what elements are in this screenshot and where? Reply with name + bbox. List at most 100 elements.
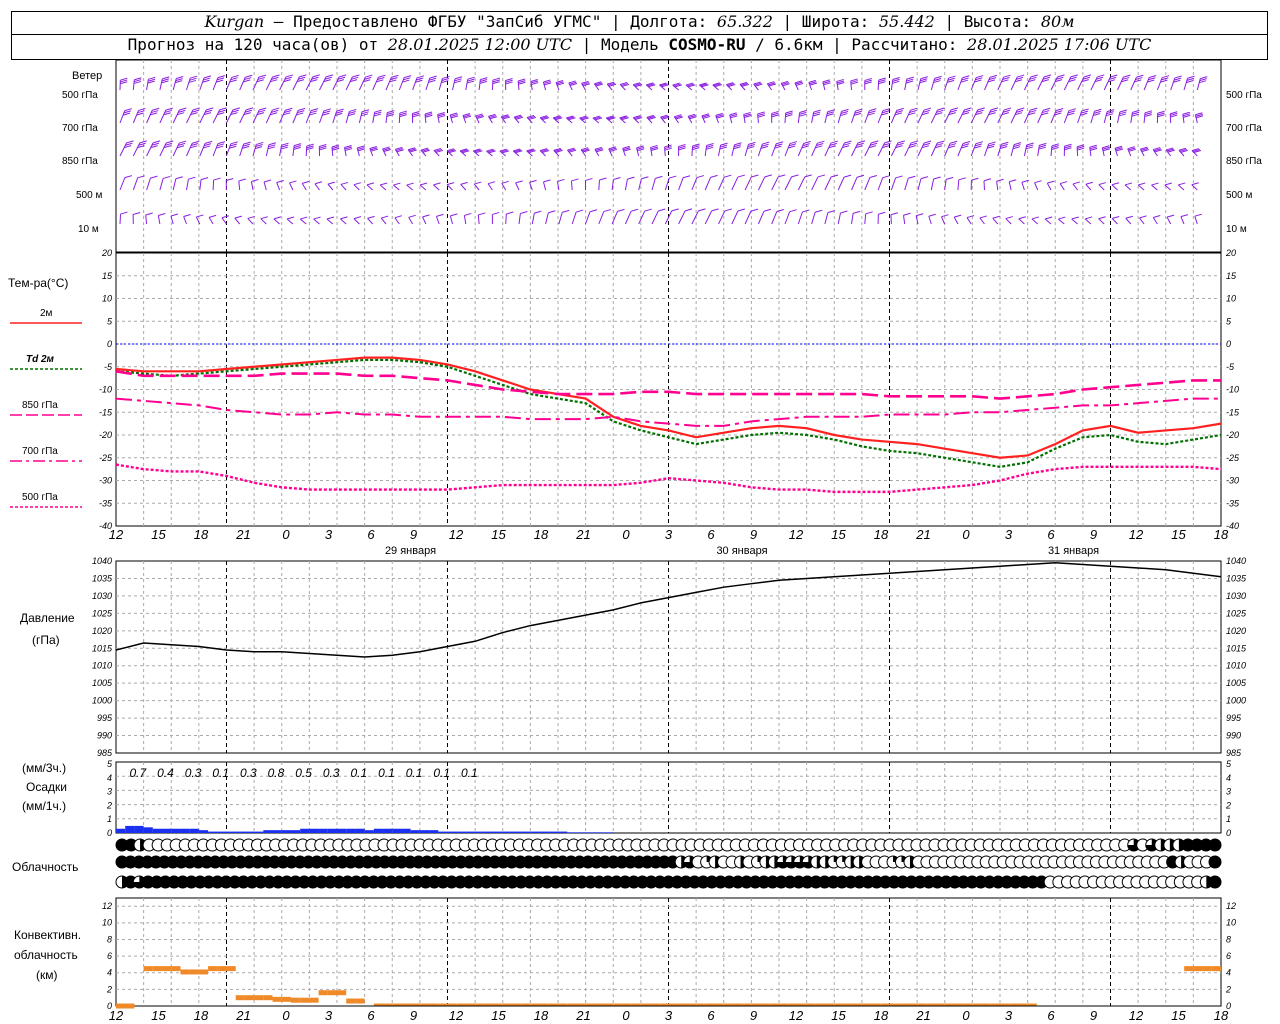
hour-label-bottom: 12 (109, 1008, 124, 1023)
wind-barb-flag (1153, 215, 1161, 219)
wind-barb (340, 184, 347, 191)
wind-barb-flag (170, 213, 179, 217)
hour-label-mid: 18 (534, 527, 549, 542)
wind-barb (119, 214, 122, 225)
temp-tick-left: 5 (107, 316, 113, 326)
conv-bar-low (585, 1003, 595, 1006)
precip-bar (226, 831, 236, 833)
hour-label-mid: 6 (707, 527, 715, 542)
wind-barb (996, 181, 999, 191)
wind-barb-flag (958, 177, 966, 181)
conv-bar (180, 969, 190, 975)
wind-barb-flag (976, 75, 984, 79)
pressure-tick-right: 1000 (1226, 696, 1246, 706)
wind-barb-flag (747, 146, 755, 150)
conv-bar-low (843, 1003, 853, 1006)
precip-3h-amount: 0.7 (129, 766, 147, 780)
wind-barb-flag (1174, 75, 1182, 79)
precip-bar (511, 831, 522, 833)
precip-3h-amount: 0.1 (212, 766, 229, 780)
wind-barb-flag (273, 216, 282, 220)
wind-barb-flag (856, 174, 865, 178)
wind-barb-flag (258, 74, 267, 78)
wind-barb (477, 214, 480, 225)
conv-bar-low (926, 1003, 936, 1006)
conv-bar-low (558, 1003, 568, 1006)
wind-barb-flag (1094, 108, 1102, 112)
wind-barb-flag (1003, 74, 1011, 78)
wind-barb (260, 218, 267, 225)
wind-barb (624, 210, 632, 225)
pressure-tick-left: 985 (97, 748, 113, 758)
conv-bar (125, 1003, 135, 1009)
wind-barb (757, 176, 766, 191)
wind-barb (837, 212, 841, 225)
wind-barb-flag (1083, 74, 1092, 78)
wind-barb-flag (221, 215, 230, 219)
wind-barb (570, 180, 573, 191)
wind-barb-flag (1136, 74, 1144, 78)
wind-barb-flag (1124, 182, 1133, 186)
wind-barb (903, 215, 906, 225)
precip-bar (392, 828, 402, 833)
wind-barb (238, 180, 241, 191)
wind-barb-flag (548, 210, 556, 214)
wind-barb (624, 179, 628, 191)
wind-barb-flag (764, 174, 772, 178)
wind-barb-flag (841, 108, 849, 112)
wind-barb (250, 181, 254, 191)
wind-barb (864, 177, 871, 191)
wind-barb-flag (506, 211, 514, 215)
conv-bar-low (769, 1003, 779, 1006)
precip-3h-amount: 0.4 (157, 766, 174, 780)
wind-barb-flag (1072, 181, 1081, 185)
precip-bar (208, 831, 218, 833)
wind-barb-flag (1031, 216, 1040, 220)
wind-barb-flag (1058, 216, 1066, 220)
wind-barb-flag (999, 146, 1008, 149)
wind-barb-flag (571, 178, 579, 182)
conv-bar (1211, 966, 1221, 972)
hour-label-bottom: 9 (750, 1008, 757, 1023)
precip-bar (235, 831, 245, 833)
wind-barb (824, 176, 832, 191)
conv-bar-low (567, 1003, 577, 1006)
hour-label-mid: 21 (575, 527, 590, 542)
hour-label-bottom: 3 (665, 1008, 673, 1023)
precip-bar (116, 828, 126, 833)
conv-bar-low (788, 1003, 798, 1006)
wind-barb (784, 176, 792, 191)
precip-bar (576, 832, 586, 833)
conv-bar-low (1018, 1003, 1028, 1006)
wind-barb-flag (422, 214, 430, 218)
wind-barb-flag (1009, 179, 1017, 183)
precip-bar (309, 828, 319, 833)
wind-barb-flag (217, 75, 225, 79)
wind-barb-flag (1047, 180, 1055, 184)
conv-bar (318, 990, 328, 996)
wind-barb-flag (817, 140, 825, 144)
wind-barb-flag (380, 182, 388, 186)
hour-label-bottom: 6 (707, 1008, 715, 1023)
hour-label-mid: 3 (325, 527, 333, 542)
temp-tick-right: -15 (1226, 407, 1240, 417)
hour-label-mid: 0 (962, 527, 970, 542)
wind-barb (159, 178, 164, 191)
precip-tick-right: 0 (1226, 828, 1231, 838)
conv-bar-low (447, 1003, 457, 1006)
wind-barb-flag (990, 107, 999, 111)
precip-bar (318, 828, 328, 833)
legend-850-label: 850 гПа (22, 400, 58, 411)
conv-title-2: облачность (14, 948, 78, 962)
conv-bar (244, 995, 255, 1001)
precip-bar (429, 830, 439, 833)
wind-barb (313, 218, 320, 225)
wind-barb (199, 179, 202, 191)
precip-unit-1h: (мм/1ч.) (22, 799, 66, 813)
wind-barb (953, 216, 959, 225)
wind-barb (276, 182, 281, 191)
legend-2m-label: 2м (40, 308, 53, 319)
wind-barb (979, 217, 985, 225)
conv-tick-right: 10 (1226, 918, 1236, 928)
pressure-tick-right: 985 (1226, 748, 1242, 758)
